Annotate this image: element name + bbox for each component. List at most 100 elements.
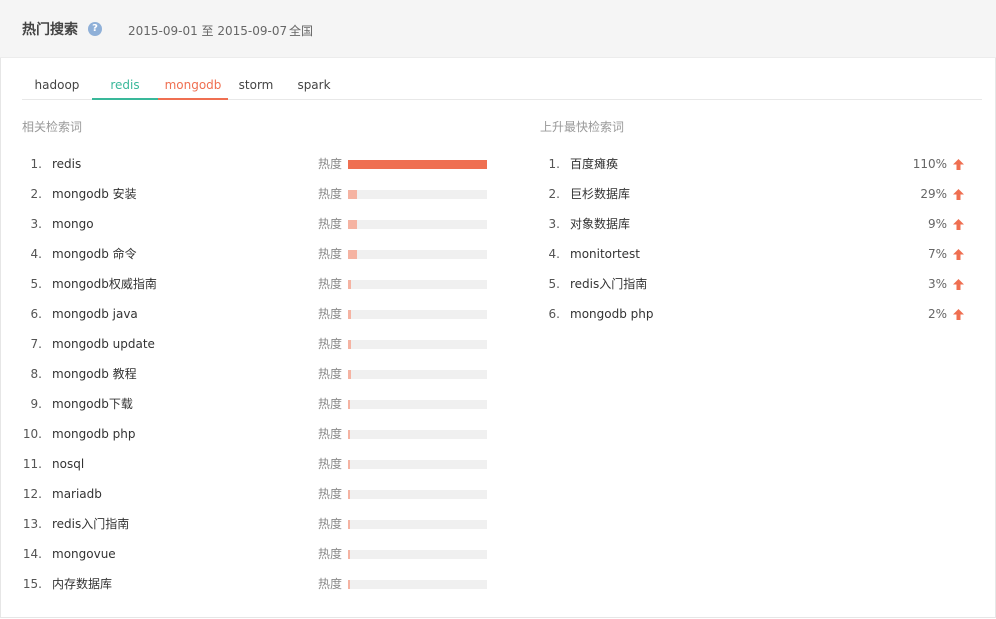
header-bar: 热门搜索 ? 2015-09-01 至 2015-09-07 全国 [0, 0, 996, 58]
term-link[interactable]: mongodb update [52, 329, 155, 359]
rank-number: 8. [30, 367, 42, 381]
related-term-row: 11. nosql 热度 [22, 449, 492, 479]
heat-label: 热度 [318, 487, 343, 501]
heat-label: 热度 [318, 517, 343, 531]
arrow-up-icon [953, 309, 964, 320]
heat-bar-fill [348, 250, 357, 259]
related-term-row: 10. mongodb php 热度 [22, 419, 492, 449]
related-term-row: 1. redis 热度 [22, 149, 492, 179]
heat-bar-track [348, 370, 487, 379]
rank-number: 5. [548, 277, 560, 291]
heat-bar-fill [348, 310, 351, 319]
term-link[interactable]: mongodb下载 [52, 389, 133, 419]
heat-bar-fill [348, 490, 350, 499]
heat-label: 热度 [318, 397, 343, 411]
related-term-row: 8. mongodb 教程 热度 [22, 359, 492, 389]
term-link[interactable]: mongodb php [570, 299, 653, 329]
term-link[interactable]: mongodb java [52, 299, 138, 329]
tab-hadoop[interactable]: hadoop [22, 72, 92, 98]
heat-label: 热度 [318, 367, 343, 381]
date-range: 2015-09-01 至 2015-09-07 [128, 24, 288, 38]
heat-bar-track [348, 310, 487, 319]
term-link[interactable]: mongodb 命令 [52, 239, 137, 269]
related-term-row: 14. mongovue 热度 [22, 539, 492, 569]
heat-label: 热度 [318, 157, 343, 171]
term-link[interactable]: redis入门指南 [52, 509, 129, 539]
heat-bar-fill [348, 370, 351, 379]
term-link[interactable]: mariadb [52, 479, 102, 509]
heat-bar-track [348, 250, 487, 259]
tab-bar: hadoop redis mongodb storm spark [22, 72, 982, 100]
rank-number: 9. [30, 397, 42, 411]
heat-label: 热度 [318, 217, 343, 231]
heat-bar-fill [348, 190, 357, 199]
term-link[interactable]: 对象数据库 [570, 209, 630, 239]
heat-bar-fill [348, 460, 350, 469]
arrow-up-icon [953, 159, 964, 170]
heat-bar-track [348, 400, 487, 409]
heat-bar-fill [348, 400, 350, 409]
rank-number: 15. [22, 577, 42, 591]
arrow-up-icon [953, 249, 964, 260]
heat-bar-fill [348, 520, 350, 529]
rank-number: 1. [548, 157, 560, 171]
term-link[interactable]: nosql [52, 449, 84, 479]
term-link[interactable]: mongovue [52, 539, 116, 569]
heat-bar-track [348, 490, 487, 499]
term-link[interactable]: 巨杉数据库 [570, 179, 630, 209]
term-link[interactable]: mongodb php [52, 419, 135, 449]
rank-number: 13. [22, 517, 42, 531]
rise-percent: 2% [927, 307, 947, 321]
rising-term-row: 1. 百度瘫痪 110% [540, 149, 970, 179]
heat-label: 热度 [318, 547, 343, 561]
rising-term-row: 2. 巨杉数据库 29% [540, 179, 970, 209]
term-link[interactable]: mongodb权威指南 [52, 269, 157, 299]
heat-bar-track [348, 220, 487, 229]
rising-term-row: 3. 对象数据库 9% [540, 209, 970, 239]
heat-bar-fill [348, 160, 487, 169]
term-link[interactable]: redis [52, 149, 81, 179]
term-link[interactable]: monitortest [570, 239, 640, 269]
tab-spark[interactable]: spark [284, 72, 344, 98]
heat-label: 热度 [318, 577, 343, 591]
related-terms-title: 相关检索词 [22, 120, 83, 134]
heat-bar-track [348, 550, 487, 559]
rising-terms-title: 上升最快检索词 [540, 120, 625, 134]
rank-number: 3. [548, 217, 560, 231]
heat-bar-fill [348, 220, 357, 229]
term-link[interactable]: mongodb 安装 [52, 179, 137, 209]
related-term-row: 2. mongodb 安装 热度 [22, 179, 492, 209]
tab-storm[interactable]: storm [228, 72, 284, 98]
heat-bar-track [348, 430, 487, 439]
rising-term-row: 5. redis入门指南 3% [540, 269, 970, 299]
rise-percent: 29% [920, 187, 947, 201]
related-term-row: 15. 内存数据库 热度 [22, 569, 492, 599]
term-link[interactable]: mongo [52, 209, 94, 239]
rank-number: 5. [30, 277, 42, 291]
rise-percent: 3% [927, 277, 947, 291]
rank-number: 2. [548, 187, 560, 201]
tab-redis[interactable]: redis [92, 72, 158, 100]
rank-number: 1. [30, 157, 42, 171]
rank-number: 6. [30, 307, 42, 321]
arrow-up-icon [953, 279, 964, 290]
related-term-row: 7. mongodb update 热度 [22, 329, 492, 359]
question-icon[interactable]: ? [88, 22, 102, 36]
term-link[interactable]: 百度瘫痪 [570, 149, 618, 179]
heat-bar-fill [348, 430, 350, 439]
term-link[interactable]: 内存数据库 [52, 569, 112, 599]
rise-percent: 9% [927, 217, 947, 231]
rank-number: 10. [22, 427, 42, 441]
heat-bar-fill [348, 340, 351, 349]
related-term-row: 13. redis入门指南 热度 [22, 509, 492, 539]
rising-terms-list: 1. 百度瘫痪 110% 2. 巨杉数据库 29% 3. 对象数据库 9% 4. monitorte… [540, 149, 970, 329]
term-link[interactable]: mongodb 教程 [52, 359, 137, 389]
rising-term-row: 4. monitortest 7% [540, 239, 970, 269]
rank-number: 4. [548, 247, 560, 261]
related-term-row: 9. mongodb下载 热度 [22, 389, 492, 419]
term-link[interactable]: redis入门指南 [570, 269, 647, 299]
heat-bar-track [348, 190, 487, 199]
rank-number: 11. [22, 457, 42, 471]
page-title: 热门搜索 [22, 22, 78, 38]
tab-mongodb[interactable]: mongodb [158, 72, 228, 100]
